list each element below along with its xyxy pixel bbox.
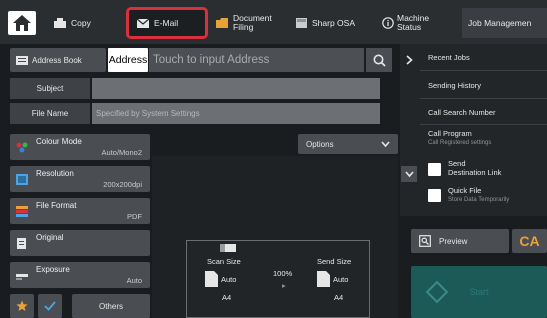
tab-document-filing[interactable]: Document Filing <box>216 9 284 37</box>
favorite-button[interactable] <box>10 294 34 318</box>
email-icon <box>137 18 149 28</box>
colour-mode-icon <box>16 142 28 153</box>
others-label: Others <box>98 301 123 311</box>
address-label: Address <box>108 48 148 72</box>
folder-icon <box>216 18 228 28</box>
address-book-icon <box>16 55 28 65</box>
tab-sharp-osa-label: Sharp OSA <box>312 17 355 28</box>
quick-file-title: Quick File <box>448 186 482 195</box>
expand-down-button[interactable] <box>401 166 417 182</box>
tab-email[interactable]: E-Mail <box>126 7 208 39</box>
preview-label: Preview <box>439 236 468 246</box>
preview-icon <box>419 235 431 247</box>
star-icon <box>16 300 28 311</box>
start-label: Start <box>469 287 489 297</box>
subject-label: Subject <box>10 78 90 99</box>
address-book-label: Address Book <box>32 55 82 65</box>
start-icon <box>425 280 449 304</box>
tab-copy[interactable]: Copy <box>54 9 120 37</box>
send-destination-link-checkbox[interactable] <box>428 163 441 176</box>
send-size-auto: Auto <box>333 275 349 284</box>
send-size-label: Send Size <box>317 257 352 266</box>
send-destination-link-label: Send Destination Link <box>448 159 501 177</box>
divider <box>420 70 547 71</box>
call-program-item[interactable]: Call Program Call Registered settings <box>428 129 491 146</box>
sharp-osa-icon <box>296 18 307 28</box>
tab-copy-label: Copy <box>71 17 91 28</box>
send-size-paper: A4 <box>334 293 344 302</box>
search-icon <box>373 54 386 67</box>
chevron-right-icon <box>405 55 413 65</box>
collapse-panel-button[interactable] <box>402 48 416 72</box>
call-program-sub: Call Registered settings <box>428 140 492 146</box>
scan-paper-icon <box>205 271 218 287</box>
resolution-button[interactable]: Resolution 200x200dpi <box>10 166 150 192</box>
send-paper-icon <box>317 271 330 287</box>
home-icon <box>13 15 31 31</box>
recent-jobs-item[interactable]: Recent Jobs <box>428 53 470 62</box>
quick-file-label: Quick File Store Data Temporarily <box>448 186 509 203</box>
clear-all-button[interactable]: CA <box>512 229 547 253</box>
scan-send-box[interactable]: Scan Size Auto A4 100% ▸ Send Size Auto … <box>186 240 370 318</box>
home-button[interactable] <box>8 11 36 35</box>
chevron-down-icon <box>381 141 390 148</box>
original-icon <box>17 238 26 249</box>
address-input[interactable]: Touch to input Address <box>149 48 364 72</box>
scan-size-paper: A4 <box>222 293 232 302</box>
send-destination-link-line2: Destination Link <box>448 168 502 177</box>
chevron-down-icon <box>404 170 414 177</box>
call-search-number-item[interactable]: Call Search Number <box>428 108 496 117</box>
file-format-icon <box>16 206 28 217</box>
start-button[interactable]: Start <box>411 266 547 318</box>
check-icon <box>44 301 56 311</box>
tab-job-management-label: Job Managemen <box>468 17 532 28</box>
quick-file-checkbox[interactable] <box>428 189 441 202</box>
tab-sharp-osa[interactable]: Sharp OSA <box>296 9 366 37</box>
search-button[interactable] <box>366 48 392 72</box>
file-name-label: File Name <box>10 103 90 124</box>
tab-job-management[interactable]: Job Managemen <box>462 8 547 38</box>
check-button[interactable] <box>38 294 62 318</box>
colour-mode-title: Colour Mode <box>36 137 82 146</box>
arrow-right-icon: ▸ <box>282 281 286 290</box>
scanner-icon <box>220 244 236 252</box>
tab-email-label: E-Mail <box>154 17 179 28</box>
divider <box>420 124 547 125</box>
info-icon <box>382 17 394 29</box>
top-bar: Copy E-Mail Document Filing Sharp OSA Ma… <box>0 0 547 44</box>
copy-icon <box>54 18 66 28</box>
others-button[interactable]: Others <box>72 294 150 318</box>
exposure-icon <box>16 274 28 280</box>
resolution-value: 200x200dpi <box>103 180 142 189</box>
tab-machine-status-line2: Status <box>397 22 422 32</box>
send-destination-link-line1: Send <box>448 159 466 168</box>
scan-size-label: Scan Size <box>207 257 241 266</box>
exposure-value: Auto <box>126 276 142 285</box>
quick-file-sub: Store Data Temporarily <box>448 197 510 203</box>
exposure-button[interactable]: Exposure Auto <box>10 262 150 288</box>
resolution-icon <box>16 174 28 185</box>
file-format-title: File Format <box>36 201 77 210</box>
sending-history-item[interactable]: Sending History <box>428 81 481 90</box>
file-format-button[interactable]: File Format PDF <box>10 198 150 224</box>
ratio-label: 100% <box>273 269 293 278</box>
file-format-value: PDF <box>127 212 142 221</box>
resolution-title: Resolution <box>36 169 74 178</box>
colour-mode-value: Auto/Mono2 <box>101 148 142 157</box>
original-title: Original <box>36 233 64 242</box>
exposure-title: Exposure <box>36 265 70 274</box>
original-button[interactable]: Original <box>10 230 150 256</box>
preview-button[interactable]: Preview <box>411 229 509 253</box>
colour-mode-button[interactable]: Colour Mode Auto/Mono2 <box>10 134 150 160</box>
call-program-label: Call Program <box>428 129 472 138</box>
subject-field[interactable] <box>92 78 380 99</box>
divider <box>420 98 547 99</box>
options-dropdown[interactable]: Options <box>298 134 398 154</box>
tab-machine-status[interactable]: Machine Status <box>382 9 460 37</box>
file-name-field[interactable]: Specified by System Settings <box>92 103 380 124</box>
tab-document-filing-line2: Filing <box>233 22 254 32</box>
address-book-button[interactable]: Address Book <box>10 48 106 72</box>
options-label: Options <box>306 139 334 149</box>
scan-size-auto: Auto <box>221 275 237 284</box>
